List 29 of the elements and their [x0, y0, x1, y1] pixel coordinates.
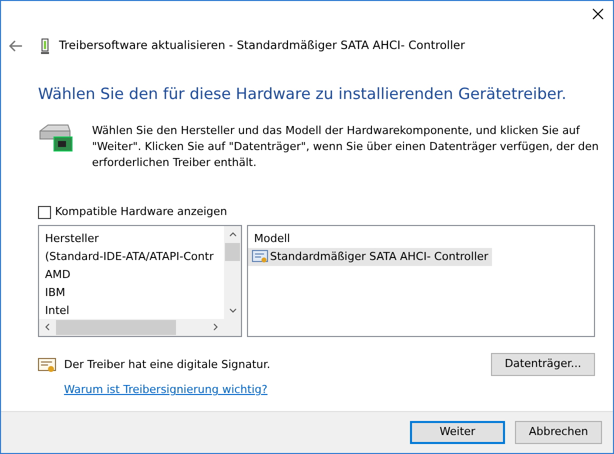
- dialog-button[interactable]: Abbrechen: [515, 421, 602, 444]
- description-text: Wählen Sie den Hersteller und das Modell der Hardwarekomponente, und klicken Sie auf "Weiter". Klicken Sie auf "Datenträger", wenn Sie über einen Datenträger verfügen, der den erforderlichen Treiber enthält.: [92, 123, 599, 172]
- back-arrow-icon[interactable]: [9, 40, 23, 52]
- certificate-icon: [252, 250, 268, 264]
- horizontal-scrollbar[interactable]: [39, 318, 224, 336]
- manufacturer-list[interactable]: Hersteller (Standard-IDE-ATA/ATAPI-Contr AMD IBM Intel: [38, 224, 242, 337]
- scroll-thumb[interactable]: [56, 320, 176, 335]
- checkbox[interactable]: [38, 206, 51, 219]
- device-icon: [41, 38, 49, 54]
- checkbox-label[interactable]: Kompatible Hardware anzeigen: [55, 204, 228, 221]
- list-item[interactable]: (Standard-IDE-ATA/ATAPI-Contr: [39, 248, 224, 266]
- model-list[interactable]: Modell Standardmäßiger SATA AHCI- Controller: [247, 224, 595, 337]
- certificate-icon: [38, 358, 56, 374]
- column-header: Modell: [253, 230, 292, 247]
- signature-text: Der Treiber hat eine digitale Signatur.: [64, 356, 272, 373]
- close-icon[interactable]: [592, 8, 604, 20]
- list-item[interactable]: IBM: [39, 284, 224, 302]
- help-link[interactable]: Warum ist Treibersignierung wichtig?: [64, 383, 268, 396]
- list-item[interactable]: Intel: [39, 302, 224, 319]
- hardware-icon: [38, 123, 74, 154]
- column-header: Hersteller: [44, 230, 100, 247]
- disk-button[interactable]: Datenträger...: [491, 352, 595, 376]
- page-heading: Wählen Sie den für diese Hardware zu installierenden Gerätetreiber.: [38, 84, 568, 105]
- list-item[interactable]: AMD: [39, 266, 224, 284]
- scroll-thumb[interactable]: [225, 242, 240, 261]
- window-title: Treibersoftware aktualisieren - Standardmäßiger SATA AHCI- Controller: [59, 37, 465, 54]
- list-item[interactable]: Standardmäßiger SATA AHCI- Controller: [248, 248, 492, 266]
- vertical-scrollbar[interactable]: [224, 226, 241, 319]
- dialog-button[interactable]: Weiter: [410, 421, 505, 444]
